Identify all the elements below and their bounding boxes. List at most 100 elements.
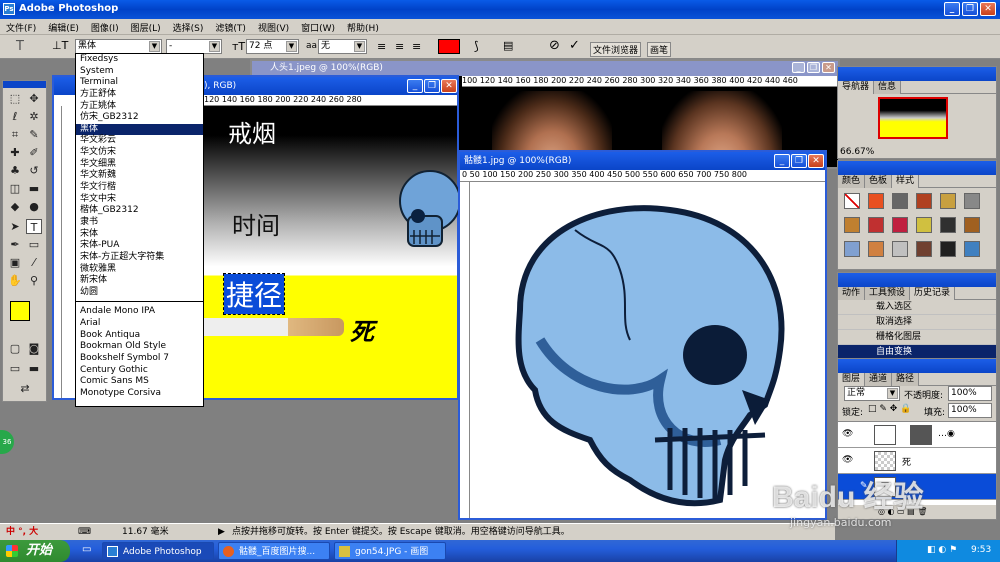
font-option[interactable]: Andale Mono IPA: [76, 306, 203, 318]
quickmask-on-icon[interactable]: ◙: [26, 341, 42, 356]
font-option[interactable]: Terminal: [76, 77, 203, 89]
font-option[interactable]: 楷体_GB2312: [76, 205, 203, 217]
style-swatch[interactable]: [916, 217, 932, 233]
font-option[interactable]: 华文新魏: [76, 170, 203, 182]
font-option[interactable]: 华文彩云: [76, 135, 203, 147]
tab-brushes[interactable]: 画笔: [647, 42, 672, 57]
history-item[interactable]: 栅格化图层: [838, 330, 996, 345]
history-item[interactable]: 载入选区: [838, 300, 996, 315]
font-option[interactable]: Monotype Corsiva: [76, 388, 203, 400]
dodge-tool-icon[interactable]: ●: [26, 199, 42, 214]
fill-field[interactable]: 100%: [948, 403, 992, 418]
style-swatch[interactable]: [868, 217, 884, 233]
align-right-icon[interactable]: ≡: [412, 40, 421, 53]
start-button[interactable]: 开始: [0, 540, 70, 562]
screen-mode-icon[interactable]: ▭: [7, 361, 23, 376]
close-button[interactable]: ✕: [808, 154, 824, 168]
tab-file-browser[interactable]: 文件浏览器: [590, 42, 642, 57]
tab-tool-presets[interactable]: 工具预设: [865, 287, 911, 300]
eraser-tool-icon[interactable]: ◫: [7, 181, 23, 196]
foreground-color-swatch[interactable]: [10, 301, 30, 321]
tab-actions[interactable]: 动作: [838, 287, 866, 300]
menu-file[interactable]: 文件(F): [0, 19, 42, 36]
menu-view[interactable]: 视图(V): [252, 19, 295, 36]
font-size-select[interactable]: 72 点 ▼: [246, 39, 299, 54]
style-swatch[interactable]: [892, 217, 908, 233]
healing-brush-icon[interactable]: ✚: [7, 145, 23, 160]
font-option[interactable]: Fixedsys: [76, 54, 203, 66]
menu-window[interactable]: 窗口(W): [295, 19, 341, 36]
stamp-tool-icon[interactable]: ♣: [7, 163, 23, 178]
style-swatch[interactable]: [892, 193, 908, 209]
maximize-button[interactable]: ❐: [807, 62, 820, 73]
ime-indicator[interactable]: 中 °, 大: [6, 524, 38, 540]
fullscreen-mode-icon[interactable]: ▬: [26, 361, 42, 376]
style-swatch[interactable]: [844, 217, 860, 233]
lasso-tool-icon[interactable]: ℓ: [7, 109, 23, 124]
maximize-button[interactable]: ❐: [962, 2, 978, 16]
menu-image[interactable]: 图像(I): [85, 19, 125, 36]
quickmask-off-icon[interactable]: ▢: [7, 341, 23, 356]
font-option[interactable]: 华文细黑: [76, 159, 203, 171]
maximize-button[interactable]: ❐: [424, 79, 440, 93]
opacity-field[interactable]: 100%: [948, 386, 992, 401]
menu-filter[interactable]: 滤镜(T): [209, 19, 252, 36]
font-option[interactable]: 微软雅黑: [76, 264, 203, 276]
magic-wand-icon[interactable]: ✲: [26, 109, 42, 124]
close-button[interactable]: ✕: [441, 79, 457, 93]
warp-text-icon[interactable]: ⟆: [474, 39, 479, 53]
minimize-button[interactable]: _: [944, 2, 960, 16]
slice-tool-icon[interactable]: ✎: [26, 127, 42, 142]
show-desktop-icon[interactable]: ▭: [82, 544, 91, 555]
font-option[interactable]: 宋体: [76, 229, 203, 241]
menu-select[interactable]: 选择(S): [167, 19, 210, 36]
commit-icon[interactable]: ✓: [569, 38, 580, 53]
menu-edit[interactable]: 编辑(E): [42, 19, 85, 36]
tab-info[interactable]: 信息: [874, 81, 902, 94]
tab-channels[interactable]: 通道: [865, 373, 893, 386]
maximize-button[interactable]: ❐: [791, 154, 807, 168]
minimize-button[interactable]: _: [407, 79, 423, 93]
type-tool-icon[interactable]: T: [16, 39, 24, 54]
font-option[interactable]: Bookshelf Symbol 7: [76, 353, 203, 365]
font-option[interactable]: 仿宋_GB2312: [76, 112, 203, 124]
tab-navigator[interactable]: 导航器: [838, 81, 875, 94]
taskbar-item-photoshop[interactable]: Adobe Photoshop: [102, 542, 214, 560]
style-swatch[interactable]: [964, 217, 980, 233]
tab-layers[interactable]: 图层: [838, 373, 866, 386]
style-swatch[interactable]: [964, 241, 980, 257]
align-left-icon[interactable]: ≡: [377, 40, 386, 53]
shape-tool-icon[interactable]: ▭: [26, 237, 42, 252]
tray-icons[interactable]: ◧ ◐ ⚑: [927, 545, 957, 555]
crop-tool-icon[interactable]: ⌗: [7, 127, 23, 142]
tab-swatches[interactable]: 色板: [865, 175, 893, 188]
font-option[interactable]: 华文中宋: [76, 194, 203, 206]
eye-icon[interactable]: 👁: [842, 429, 853, 439]
minimize-button[interactable]: _: [792, 62, 805, 73]
pen-tool-icon[interactable]: ✒: [7, 237, 23, 252]
brush-tool-icon[interactable]: ✐: [26, 145, 42, 160]
eyedropper-icon[interactable]: ⁄: [26, 255, 42, 270]
font-option[interactable]: 方正舒体: [76, 89, 203, 101]
font-option[interactable]: 隶书: [76, 217, 203, 229]
font-style-select[interactable]: - ▼: [166, 39, 222, 54]
minimize-button[interactable]: _: [774, 154, 790, 168]
navigator-zoom[interactable]: 66.67%: [840, 147, 874, 157]
notes-tool-icon[interactable]: ▣: [7, 255, 23, 270]
orientation-icon[interactable]: ⊥T: [52, 39, 68, 52]
type-tool-icon[interactable]: T: [26, 219, 42, 234]
text-color-swatch[interactable]: [438, 39, 460, 54]
cancel-icon[interactable]: ⊘: [549, 38, 560, 53]
document-window-skull[interactable]: 骷髅1.jpg @ 100%(RGB) _ ❐ ✕ 0 50 100 150 2…: [458, 150, 827, 520]
blend-mode-select[interactable]: 正常 ▼: [844, 386, 900, 401]
font-option[interactable]: 方正姚体: [76, 101, 203, 113]
menu-help[interactable]: 帮助(H): [341, 19, 385, 36]
style-swatch[interactable]: [892, 241, 908, 257]
tab-styles[interactable]: 样式: [892, 175, 920, 188]
font-option[interactable]: 华文仿宋: [76, 147, 203, 159]
text-shortcut[interactable]: 捷径: [222, 273, 286, 315]
style-swatch[interactable]: [868, 241, 884, 257]
keyboard-icon[interactable]: ⌨: [78, 524, 91, 540]
font-option[interactable]: 新宋体: [76, 275, 203, 287]
style-swatch[interactable]: [916, 241, 932, 257]
